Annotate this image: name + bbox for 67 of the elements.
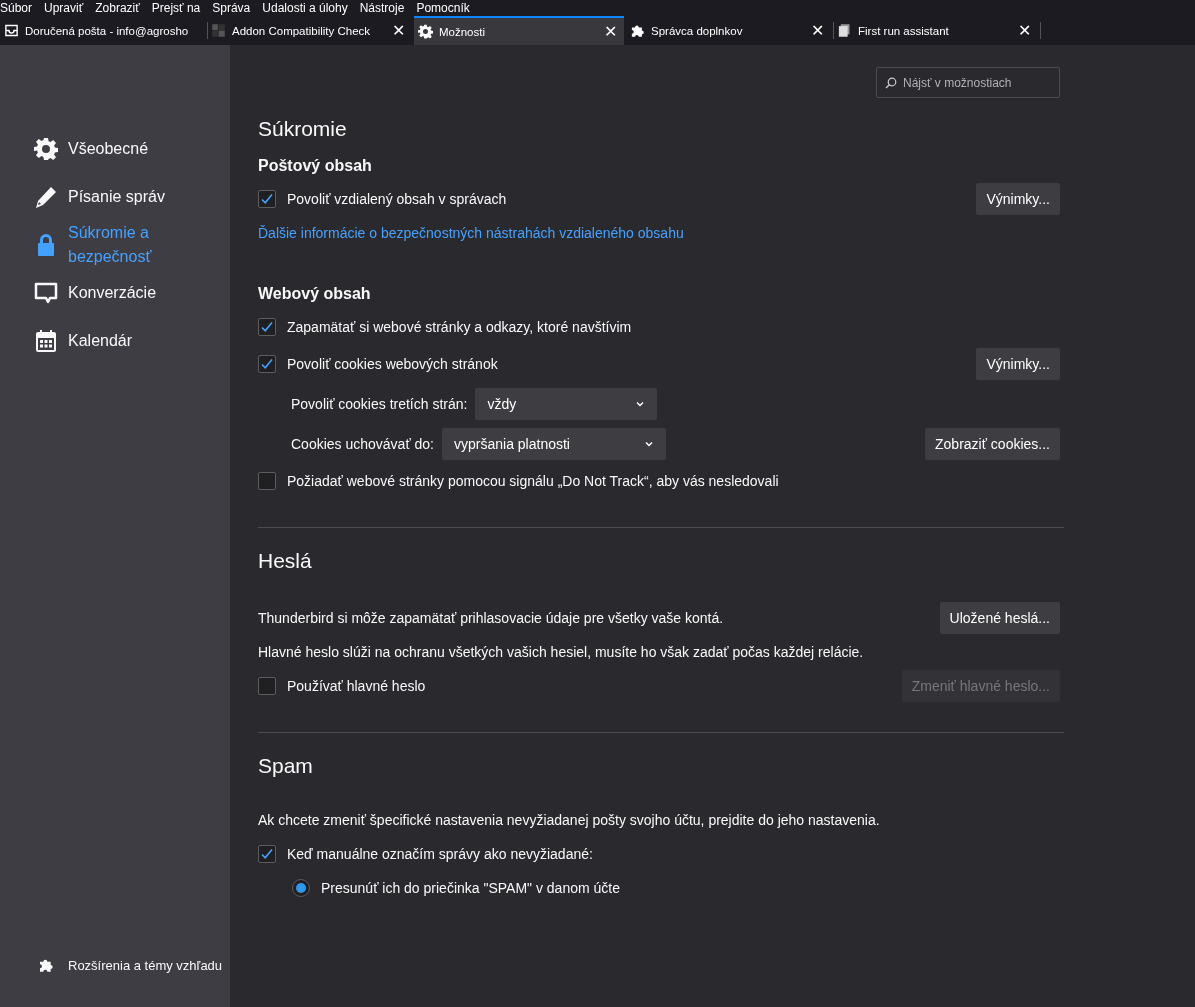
menu-item[interactable]: Pomocník	[416, 0, 470, 16]
description-text: Ak chcete zmeniť špecifické nastavenia nevyžiadanej pošty svojho účtu, prejdite do jeho nastavenia.	[258, 812, 880, 828]
checkbox[interactable]	[258, 190, 276, 208]
select-label: Cookies uchovávať do:	[291, 436, 434, 452]
gear-icon	[34, 137, 58, 161]
puzzle-icon	[38, 957, 54, 973]
checkbox-label: Používať hlavné heslo	[287, 678, 426, 694]
chevron-down-icon	[644, 439, 654, 449]
close-icon[interactable]: ✕	[809, 21, 825, 40]
tab[interactable]: Správca doplnkov ✕	[626, 16, 831, 45]
close-icon[interactable]: ✕	[1016, 21, 1032, 40]
dropdown[interactable]: vždy	[475, 388, 658, 420]
menu-item[interactable]: Upraviť	[44, 0, 84, 16]
pencil-icon	[34, 185, 58, 209]
action-button[interactable]: Uložené heslá...	[939, 602, 1060, 634]
group-heading: Webový obsah	[258, 284, 372, 304]
description-text: Thunderbird si môže zapamätať prihlasovacie údaje pre všetky vaše kontá.	[258, 610, 724, 626]
action-button[interactable]: Výnimky...	[976, 348, 1060, 380]
tab[interactable]: Možnosti ✕	[414, 16, 624, 45]
sidebar-item[interactable]: Písanie správ	[0, 173, 230, 221]
section-title: Súkromie	[258, 116, 348, 142]
description-text: Hlavné heslo slúži na ochranu všetkých vašich hesiel, musíte ho však zadať počas každej relácie.	[258, 644, 864, 660]
menu-item[interactable]: Súbor	[0, 0, 33, 16]
action-button[interactable]: Zobraziť cookies...	[925, 428, 1060, 460]
checkbox-label: Povoliť vzdialený obsah v správach	[287, 191, 507, 207]
radio-label: Presunúť ich do priečinka "SPAM" v danom účte	[321, 880, 620, 896]
tab[interactable]: First run assistant ✕	[833, 16, 1038, 45]
checkbox[interactable]	[258, 677, 276, 695]
sidebar-footer-link[interactable]: Rozšírenia a témy vzhľadu	[0, 957, 230, 1007]
menu-item[interactable]: Prejsť na	[151, 0, 201, 16]
checkbox-label: Keď manuálne označím správy ako nevyžiadané:	[287, 846, 593, 862]
search-icon	[885, 77, 897, 89]
gear-icon	[418, 24, 433, 39]
select-label: Povoliť cookies tretích strán:	[291, 396, 468, 412]
tab[interactable]: Doručená pošta - info@agrosho	[0, 16, 205, 45]
menu-item[interactable]: Nástroje	[359, 0, 405, 16]
menu-item[interactable]: Zobraziť	[95, 0, 140, 16]
puzzle-icon	[630, 23, 645, 38]
checkbox[interactable]	[258, 355, 276, 373]
sidebar-item[interactable]: Súkromie a bezpečnosť	[0, 221, 230, 269]
close-icon[interactable]: ✕	[390, 21, 406, 40]
sidebar-item[interactable]: Kalendár	[0, 317, 230, 365]
menu-item[interactable]: Udalosti a úlohy	[262, 0, 348, 16]
radio-button[interactable]	[292, 879, 310, 897]
section-title: Spam	[258, 753, 314, 779]
sidebar-item[interactable]: Konverzácie	[0, 269, 230, 317]
action-button[interactable]: Výnimky...	[976, 183, 1060, 215]
checkbox[interactable]	[258, 318, 276, 336]
group-heading: Poštový obsah	[258, 156, 373, 176]
pages-icon	[837, 23, 852, 38]
inbox-icon	[4, 23, 19, 38]
tab[interactable]: Addon Compatibility Check ✕	[207, 16, 412, 45]
info-link[interactable]: Ďalšie informácie o bezpečnostných nástrahách vzdialeného obsahu	[258, 225, 684, 241]
calendar-icon	[34, 329, 58, 353]
dropdown[interactable]: vypršania platnosti	[442, 428, 666, 460]
checkbox-label: Zapamätať si webové stránky a odkazy, ktoré navštívim	[287, 319, 632, 335]
section-title: Heslá	[258, 548, 313, 574]
chevron-down-icon	[635, 399, 646, 409]
speech-bubble-icon	[34, 281, 58, 305]
checkbox[interactable]	[258, 472, 276, 490]
close-icon[interactable]: ✕	[602, 22, 618, 41]
checkbox-label: Požiadať webové stránky pomocou signálu „Do Not Track“, aby vás nesledovali	[287, 473, 779, 489]
sidebar-item[interactable]: Všeobecné	[0, 125, 230, 173]
menu-item[interactable]: Správa	[212, 0, 251, 16]
search-field[interactable]: Nájsť v možnostiach	[876, 67, 1060, 98]
checkbox[interactable]	[258, 845, 276, 863]
checkbox-label: Povoliť cookies webových stránok	[287, 356, 498, 372]
